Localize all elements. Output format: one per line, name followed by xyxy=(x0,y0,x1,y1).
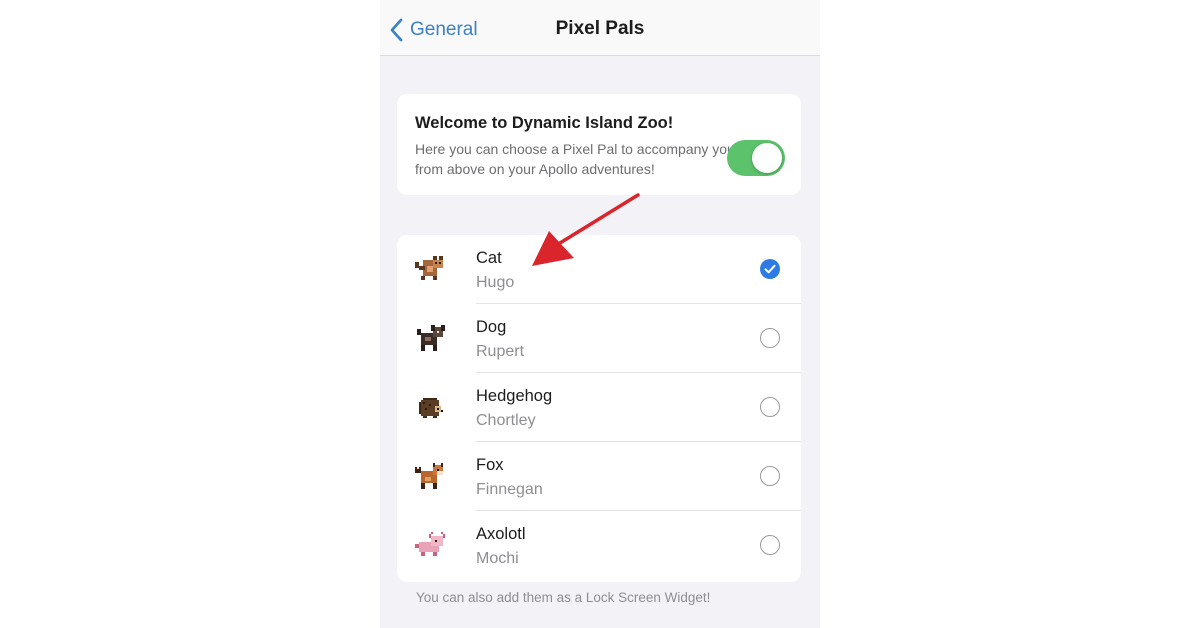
pal-row-cat[interactable]: Cat Hugo xyxy=(397,235,801,304)
welcome-description: Here you can choose a Pixel Pal to accom… xyxy=(415,141,735,177)
hedgehog-sprite-icon xyxy=(419,398,443,418)
pal-row-axolotl[interactable]: Axolotl Mochi xyxy=(397,511,801,580)
pal-name: Finnegan xyxy=(476,481,543,498)
pixel-pal-list: Cat Hugo Dog Rupert Hedgehog Chortley Fo… xyxy=(397,235,801,582)
unselected-radio-icon[interactable] xyxy=(760,328,780,348)
footer-note: You can also add them as a Lock Screen W… xyxy=(416,590,711,605)
pal-species: Fox xyxy=(476,456,504,474)
fox-sprite-icon xyxy=(415,463,443,489)
cat-sprite-icon xyxy=(415,256,443,280)
pal-species: Hedgehog xyxy=(476,387,553,405)
axolotl-sprite-icon xyxy=(415,532,445,556)
pal-name: Chortley xyxy=(476,412,536,429)
pal-name: Hugo xyxy=(476,274,515,291)
zoo-enabled-toggle[interactable] xyxy=(727,140,785,176)
selected-checkmark-icon[interactable] xyxy=(760,259,780,279)
welcome-title: Welcome to Dynamic Island Zoo! xyxy=(415,114,674,132)
pal-name: Rupert xyxy=(476,343,525,360)
pal-species: Cat xyxy=(476,249,502,267)
pal-species: Dog xyxy=(476,318,507,336)
toggle-knob xyxy=(752,143,782,173)
pal-row-fox[interactable]: Fox Finnegan xyxy=(397,442,801,511)
pal-species: Axolotl xyxy=(476,525,526,543)
welcome-card: Welcome to Dynamic Island Zoo! Here you … xyxy=(397,94,801,195)
dog-sprite-icon xyxy=(417,325,445,351)
pal-row-hedgehog[interactable]: Hedgehog Chortley xyxy=(397,373,801,442)
settings-screen: General Pixel Pals Welcome to Dynamic Is… xyxy=(380,0,820,628)
unselected-radio-icon[interactable] xyxy=(760,397,780,417)
unselected-radio-icon[interactable] xyxy=(760,535,780,555)
pal-name: Mochi xyxy=(476,550,519,567)
navigation-bar: General Pixel Pals xyxy=(380,0,820,56)
unselected-radio-icon[interactable] xyxy=(760,466,780,486)
page-title: Pixel Pals xyxy=(555,18,645,39)
pal-row-dog[interactable]: Dog Rupert xyxy=(397,304,801,373)
